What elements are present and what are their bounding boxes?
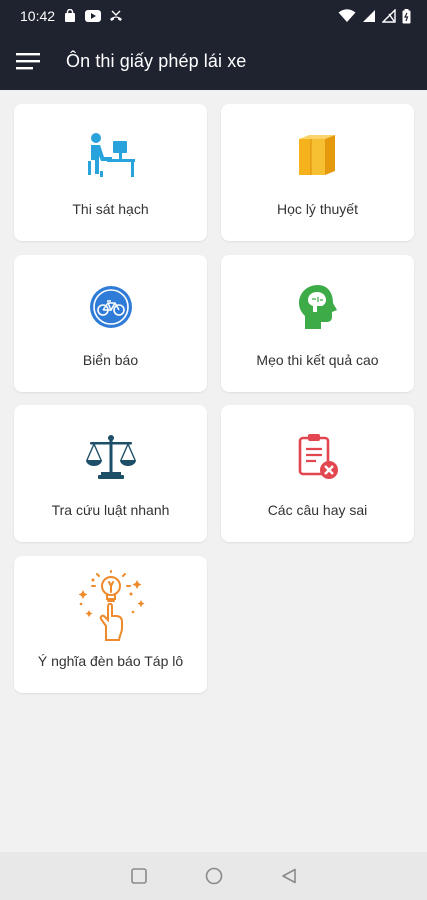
hamburger-icon xyxy=(16,53,40,70)
recents-square-icon[interactable] xyxy=(130,868,147,884)
card-hoc-ly-thuyet[interactable]: Học lý thuyết xyxy=(221,104,414,241)
app-title: Ôn thi giấy phép lái xe xyxy=(66,50,247,71)
card-y-nghia-den-bao[interactable]: Ý nghĩa đèn báo Táp lô xyxy=(14,556,207,693)
card-label: Học lý thuyết xyxy=(277,201,358,217)
bag-icon xyxy=(65,9,76,22)
card-label: Ý nghĩa đèn báo Táp lô xyxy=(37,653,184,669)
clipboard-x-icon xyxy=(298,434,338,479)
status-time: 10:42 xyxy=(20,8,56,24)
missed-call-icon xyxy=(110,10,123,21)
card-tra-cuu-luat[interactable]: Tra cứu luật nhanh xyxy=(14,405,207,542)
person-at-desk-icon xyxy=(87,133,135,177)
status-bar: 10:42 xyxy=(0,0,427,32)
head-brain-icon xyxy=(298,285,337,329)
card-label: Biển báo xyxy=(82,352,139,368)
card-meo-thi[interactable]: Mẹo thi kết quả cao xyxy=(221,255,414,392)
signal-icon xyxy=(363,10,375,22)
idea-bulb-icon xyxy=(78,570,145,641)
back-triangle-icon[interactable] xyxy=(281,868,297,884)
bicycle-sign-icon xyxy=(89,286,132,328)
menu-button[interactable] xyxy=(0,32,56,90)
scales-icon xyxy=(85,435,136,479)
youtube-icon xyxy=(85,10,102,22)
card-label: Các câu hay sai xyxy=(267,502,368,518)
navigation-bar xyxy=(0,852,427,900)
wifi-icon xyxy=(338,9,356,22)
card-label: Mẹo thi kết quả cao xyxy=(256,352,379,368)
card-cac-cau-hay-sai[interactable]: Các câu hay sai xyxy=(221,405,414,542)
home-circle-icon[interactable] xyxy=(205,867,223,885)
battery-icon xyxy=(402,8,411,23)
card-bien-bao[interactable]: Biển báo xyxy=(14,255,207,392)
books-icon xyxy=(298,135,335,175)
card-label: Thi sát hạch xyxy=(72,201,149,217)
card-thi-sat-hach[interactable]: Thi sát hạch xyxy=(14,104,207,241)
no-signal-icon xyxy=(382,9,396,23)
app-bar: Ôn thi giấy phép lái xe xyxy=(0,32,427,90)
card-label: Tra cứu luật nhanh xyxy=(51,502,170,518)
